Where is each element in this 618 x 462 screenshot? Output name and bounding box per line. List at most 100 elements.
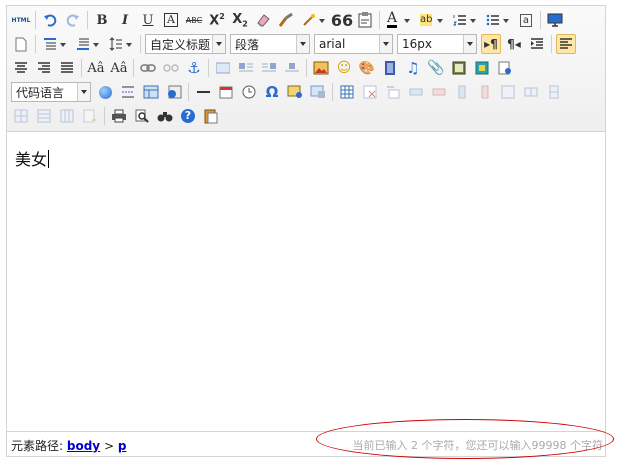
merge-down-button[interactable] [544,82,564,102]
new-document-button[interactable] [11,34,31,54]
italic-button[interactable]: I [115,10,135,30]
page-break-button[interactable] [118,82,138,102]
unordered-list-dropdown[interactable] [483,10,513,30]
horizontal-rule-button[interactable] [193,82,213,102]
image-center-button[interactable] [282,58,302,78]
print-button[interactable] [109,106,129,126]
touppercase-button[interactable]: Aâ [86,58,106,78]
text-box-icon: a [519,13,533,27]
search-replace-button[interactable] [155,106,175,126]
merge-right-button[interactable] [521,82,541,102]
image-none-button[interactable] [213,58,233,78]
background-color-dropdown[interactable]: ab [417,10,447,30]
template-icon [143,85,159,99]
insert-row-button[interactable] [406,82,426,102]
superscript-button[interactable]: X2 [207,10,227,30]
unlink-button[interactable] [161,58,181,78]
background-button[interactable] [164,82,184,102]
line-height-dropdown[interactable] [106,34,136,54]
toolbar-row-4: 代码语言 Ω [11,81,567,103]
align-right-button[interactable] [34,58,54,78]
element-path-p-link[interactable]: p [118,439,127,453]
scrawl-button[interactable]: 🎨 [357,58,377,78]
insert-col-button[interactable] [452,82,472,102]
font-size-select[interactable]: 16px [397,34,477,54]
split-to-rows-button[interactable] [34,106,54,126]
bold-button[interactable]: B [92,10,112,30]
row-spacing-bottom-icon [77,38,89,50]
text-box-button[interactable]: a [516,10,536,30]
music-button[interactable]: ♫ [403,58,423,78]
separator [551,35,552,53]
emotion-button[interactable]: ☺ [334,58,354,78]
ordered-list-dropdown[interactable] [450,10,480,30]
gmap-button[interactable] [495,58,515,78]
format-painter-button[interactable] [276,10,296,30]
align-justify-active-button[interactable] [556,34,576,54]
line-height-icon [109,37,122,51]
anchor-button[interactable]: ⚓ [184,58,204,78]
paste-plain-button[interactable] [355,10,375,30]
indent-button[interactable] [527,34,547,54]
separator [35,35,36,53]
subscript-button[interactable]: X2 [230,10,250,30]
insert-time-button[interactable] [239,82,259,102]
code-language-select[interactable]: 代码语言 [11,82,91,102]
image-right-button[interactable] [259,58,279,78]
strikethrough-button[interactable]: ABC [184,10,204,30]
drafts-button[interactable] [201,106,221,126]
delete-table-button[interactable] [360,82,380,102]
font-family-select[interactable]: arial [314,34,393,54]
preview-button[interactable] [132,106,152,126]
split-to-cells-button[interactable] [11,106,31,126]
uppercase-icon: Aâ [87,60,105,76]
insert-frame-button[interactable] [449,58,469,78]
google-map-button[interactable] [472,58,492,78]
special-chars-button[interactable]: Ω [262,82,282,102]
font-color-dropdown[interactable]: A [384,10,414,30]
snapscreen-button[interactable] [285,82,305,102]
row-spacing-bottom-dropdown[interactable] [73,34,103,54]
align-center-button[interactable] [11,58,31,78]
split-to-cols-button[interactable] [57,106,77,126]
redo-button[interactable] [63,10,83,30]
fullscreen-button[interactable] [545,10,565,30]
editor-content-area[interactable]: 美女 [15,146,50,170]
insert-paragraph-before-table-button[interactable] [383,82,403,102]
insert-video-button[interactable] [380,58,400,78]
element-path-body-link[interactable]: body [67,439,100,453]
insert-date-button[interactable] [216,82,236,102]
align-justify-button[interactable] [57,58,77,78]
rtl-direction-button[interactable]: ¶◂ [504,34,524,54]
music-note-icon: ♫ [406,59,420,77]
ltr-direction-button[interactable]: ▸¶ [481,34,501,54]
insert-table-button[interactable] [337,82,357,102]
template-button[interactable] [141,82,161,102]
image-left-button[interactable] [236,58,256,78]
attachment-button[interactable]: 📎 [426,58,446,78]
merge-cells-button[interactable] [498,82,518,102]
ordered-list-icon [453,15,466,26]
auto-format-dropdown[interactable] [299,10,329,30]
undo-button[interactable] [40,10,60,30]
tolowercase-button[interactable]: Aâ [109,58,129,78]
paragraph-format-select[interactable]: 段落 [230,34,310,54]
blockquote-button[interactable]: 66 [331,10,353,30]
font-border-button[interactable]: A [161,10,181,30]
redo-icon [66,14,79,27]
help-button[interactable]: ? [178,106,198,126]
charts-button[interactable] [80,106,100,126]
element-path-separator: > [103,439,115,453]
row-spacing-top-dropdown[interactable] [40,34,70,54]
custom-heading-select[interactable]: 自定义标题 [145,34,226,54]
remove-format-button[interactable] [253,10,273,30]
delete-row-button[interactable] [429,82,449,102]
web-app-button[interactable] [95,82,115,102]
wordimage-button[interactable] [308,82,328,102]
link-button[interactable] [138,58,158,78]
html-source-button[interactable]: HTML [11,10,31,30]
underline-button[interactable]: U [138,10,158,30]
delete-col-button[interactable] [475,82,495,102]
insert-image-button[interactable] [311,58,331,78]
text-caret [48,150,50,168]
